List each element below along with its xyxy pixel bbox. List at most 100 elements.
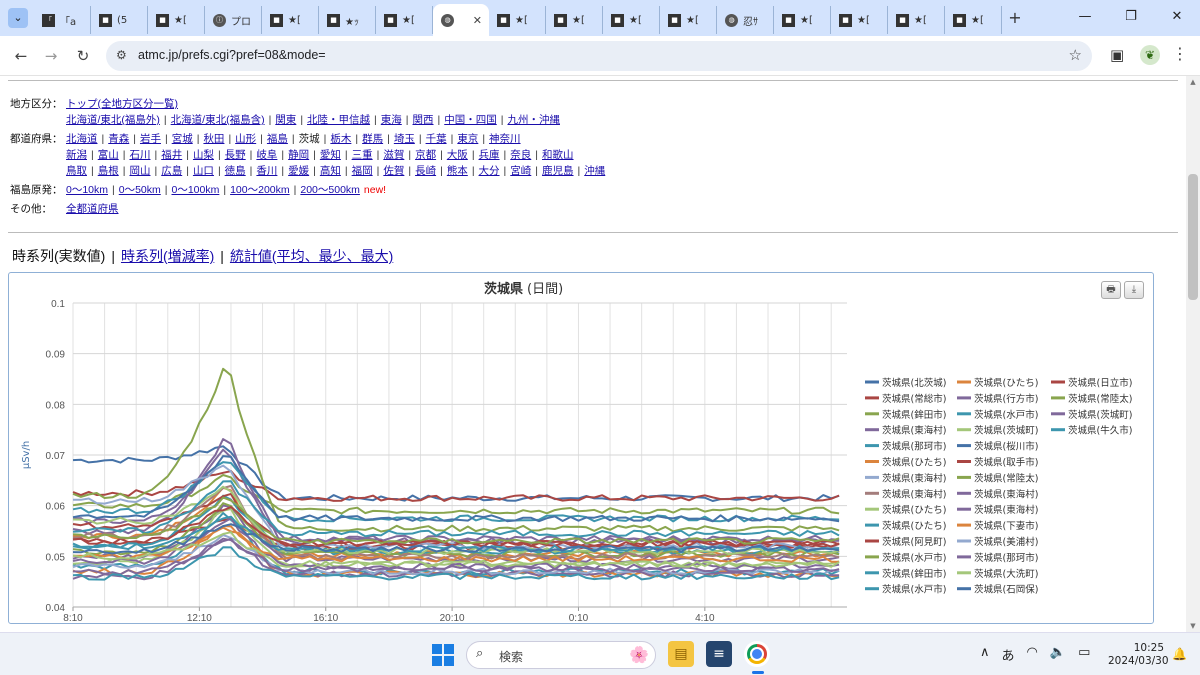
- browser-tab[interactable]: ■ ★[: [603, 6, 660, 34]
- nav-link[interactable]: 大分: [479, 165, 500, 177]
- nav-link[interactable]: 北陸・甲信越: [307, 114, 370, 126]
- nav-link[interactable]: 0〜50km: [119, 184, 161, 196]
- browser-tab[interactable]: ◍ ✕: [433, 4, 489, 36]
- tab-timeseries-rate[interactable]: 時系列(増減率): [121, 248, 214, 264]
- tab-search-button[interactable]: ⌄: [8, 8, 28, 28]
- close-window-button[interactable]: ✕: [1154, 0, 1200, 34]
- nav-link[interactable]: 秋田: [203, 133, 224, 145]
- minimize-button[interactable]: —: [1062, 0, 1108, 34]
- chrome-icon[interactable]: [744, 641, 770, 667]
- nav-link[interactable]: 千葉: [426, 133, 447, 145]
- print-chart-button[interactable]: 🖶: [1101, 281, 1121, 299]
- browser-tab[interactable]: ■ ★[: [888, 6, 945, 34]
- back-button[interactable]: ←: [10, 45, 32, 67]
- start-button[interactable]: [432, 644, 454, 666]
- nav-link[interactable]: 佐賀: [383, 165, 404, 177]
- clock[interactable]: 10:25 2024/03/30: [1108, 642, 1169, 668]
- nav-link[interactable]: 神奈川: [489, 133, 521, 145]
- extension-icon[interactable]: ❦: [1140, 45, 1160, 65]
- nav-link[interactable]: 宮崎: [510, 165, 531, 177]
- nav-link[interactable]: 大阪: [447, 149, 468, 161]
- nav-link[interactable]: 関東: [275, 114, 296, 126]
- nav-link[interactable]: 200〜500km: [300, 184, 360, 196]
- browser-tab[interactable]: ■ ★[: [945, 6, 1002, 34]
- nav-link[interactable]: 沖縄: [584, 165, 605, 177]
- nav-link[interactable]: 100〜200km: [230, 184, 290, 196]
- nav-link[interactable]: 0〜10km: [66, 184, 108, 196]
- nav-link[interactable]: 岡山: [129, 165, 150, 177]
- nav-link[interactable]: 群馬: [362, 133, 383, 145]
- nav-link[interactable]: 岐阜: [256, 149, 277, 161]
- nav-link[interactable]: 徳島: [225, 165, 246, 177]
- reload-button[interactable]: ↻: [72, 45, 94, 67]
- nav-link[interactable]: 全都道府県: [66, 203, 119, 215]
- nav-link[interactable]: 東海: [381, 114, 402, 126]
- browser-tab[interactable]: ■ ★[: [489, 6, 546, 34]
- browser-tab[interactable]: ■ ★[: [831, 6, 888, 34]
- nav-link[interactable]: 福岡: [352, 165, 373, 177]
- nav-link[interactable]: 0〜100km: [172, 184, 220, 196]
- nav-link[interactable]: 兵庫: [479, 149, 500, 161]
- browser-tab[interactable]: ■ (5: [91, 6, 148, 34]
- nav-link[interactable]: 関西: [413, 114, 434, 126]
- nav-link[interactable]: 愛媛: [288, 165, 309, 177]
- nav-link[interactable]: 新潟: [66, 149, 87, 161]
- browser-tab[interactable]: 「「a: [34, 6, 91, 34]
- side-panel-icon[interactable]: ▣: [1110, 46, 1124, 64]
- vertical-scrollbar[interactable]: ▲ ▼: [1186, 76, 1200, 632]
- nav-link[interactable]: 高知: [320, 165, 341, 177]
- nav-link[interactable]: 青森: [108, 133, 129, 145]
- forward-button[interactable]: →: [40, 45, 62, 67]
- site-info-icon[interactable]: ⚙: [116, 48, 127, 62]
- nav-link[interactable]: 愛知: [320, 149, 341, 161]
- nav-link[interactable]: 栃木: [330, 133, 351, 145]
- nav-link[interactable]: 中国・四国: [444, 114, 497, 126]
- tray-overflow-icon[interactable]: ∧: [980, 645, 990, 664]
- nav-link[interactable]: 香川: [256, 165, 277, 177]
- notification-bell-icon[interactable]: 🔔: [1172, 647, 1187, 661]
- nav-link[interactable]: 三重: [352, 149, 373, 161]
- volume-icon[interactable]: 🔈: [1050, 645, 1066, 664]
- browser-tab[interactable]: ◍ 忍ｻ: [717, 6, 774, 34]
- browser-tab[interactable]: ⓘ プロ: [205, 6, 262, 34]
- nav-link[interactable]: 長崎: [415, 165, 436, 177]
- nav-link[interactable]: 東京: [457, 133, 478, 145]
- nav-link[interactable]: 広島: [161, 165, 182, 177]
- nav-link[interactable]: 埼玉: [394, 133, 415, 145]
- nav-link[interactable]: 山形: [235, 133, 256, 145]
- wifi-icon[interactable]: ◠: [1027, 645, 1038, 664]
- browser-tab[interactable]: ■ ★[: [774, 6, 831, 34]
- url-text[interactable]: atmc.jp/prefs.cgi?pref=08&mode=: [138, 48, 326, 62]
- notepad-icon[interactable]: ≡: [706, 641, 732, 667]
- nav-link[interactable]: 北海道: [66, 133, 98, 145]
- nav-link[interactable]: 島根: [98, 165, 119, 177]
- nav-link[interactable]: 北海道/東北(福島外): [66, 114, 160, 126]
- browser-tab[interactable]: ■ ★[: [148, 6, 205, 34]
- nav-link[interactable]: 山口: [193, 165, 214, 177]
- nav-link[interactable]: 熊本: [447, 165, 468, 177]
- nav-link[interactable]: 岩手: [140, 133, 161, 145]
- nav-link[interactable]: 北海道/東北(福島含): [171, 114, 265, 126]
- nav-link[interactable]: 滋賀: [383, 149, 404, 161]
- nav-link[interactable]: 京都: [415, 149, 436, 161]
- download-chart-button[interactable]: ⤓: [1124, 281, 1144, 299]
- tab-statistics[interactable]: 統計値(平均、最少、最大): [230, 248, 393, 264]
- ime-icon[interactable]: あ: [1002, 645, 1015, 664]
- new-tab-button[interactable]: +: [1002, 4, 1028, 32]
- close-tab-icon[interactable]: ✕: [473, 14, 482, 27]
- nav-link[interactable]: 鹿児島: [542, 165, 574, 177]
- browser-tab[interactable]: ■ ★[: [262, 6, 319, 34]
- nav-link[interactable]: 奈良: [510, 149, 531, 161]
- nav-link[interactable]: 石川: [129, 149, 150, 161]
- restore-button[interactable]: ❐: [1108, 0, 1154, 34]
- scroll-down-arrow-icon[interactable]: ▼: [1186, 622, 1200, 630]
- taskbar-search-box[interactable]: ⌕ 検索 🌸: [466, 641, 656, 669]
- nav-link[interactable]: 山梨: [193, 149, 214, 161]
- scroll-thumb[interactable]: [1188, 174, 1198, 300]
- battery-icon[interactable]: ▭: [1078, 645, 1090, 664]
- browser-tab[interactable]: ■ ★[: [376, 6, 433, 34]
- address-bar[interactable]: ⚙ atmc.jp/prefs.cgi?pref=08&mode= ☆: [106, 41, 1092, 71]
- browser-tab[interactable]: ■ ★[: [660, 6, 717, 34]
- nav-link[interactable]: 和歌山: [542, 149, 574, 161]
- nav-link[interactable]: 福井: [161, 149, 182, 161]
